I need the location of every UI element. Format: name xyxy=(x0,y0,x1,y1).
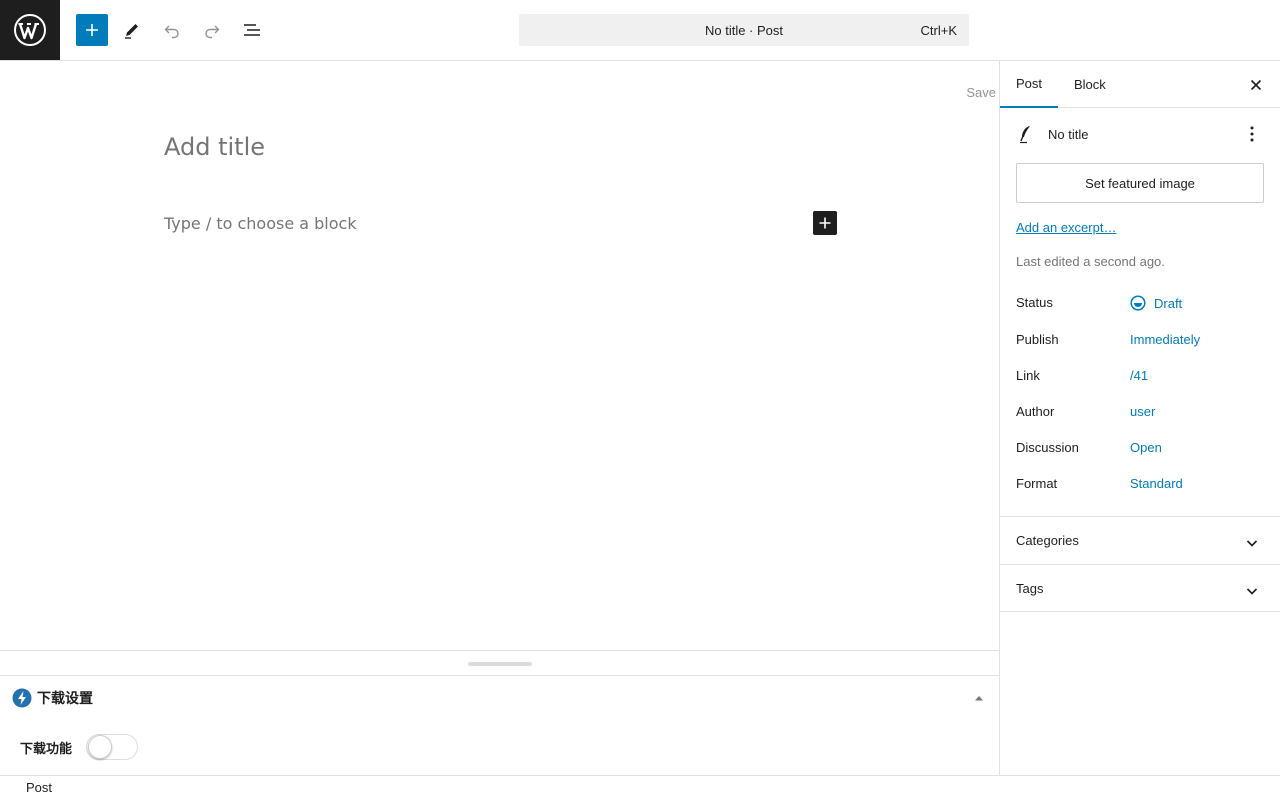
tab-block[interactable]: Block xyxy=(1058,61,1122,108)
redo-button[interactable] xyxy=(196,14,228,46)
resize-handle[interactable] xyxy=(468,662,532,666)
tags-panel-toggle[interactable]: Tags xyxy=(1000,564,1280,612)
close-icon xyxy=(1250,79,1262,91)
tab-label: Block xyxy=(1074,77,1106,92)
categories-panel-title: Categories xyxy=(1016,533,1079,548)
download-feature-field: 下载功能 xyxy=(20,734,139,760)
pencil-icon xyxy=(125,24,138,39)
list-view-icon xyxy=(244,24,260,36)
document-title: No title · Post xyxy=(704,22,784,38)
post-title-input[interactable]: Add title xyxy=(164,133,265,161)
status-label: Status xyxy=(1016,295,1053,310)
metabox-resize-bar xyxy=(0,650,999,676)
redo-icon xyxy=(205,25,220,39)
tab-label: Post xyxy=(1016,76,1043,91)
block-inserter-button[interactable] xyxy=(76,14,108,46)
metabox-collapse-button[interactable] xyxy=(973,692,985,704)
post-card: No title xyxy=(1016,124,1088,144)
editor-footer: Post xyxy=(0,775,1280,800)
status-value-button[interactable]: Draft xyxy=(1130,295,1182,311)
metabox-title: 下载设置 xyxy=(37,691,93,707)
inline-block-inserter-button[interactable] xyxy=(813,211,837,235)
command-palette-bar[interactable]: No title · Post Ctrl+K xyxy=(519,14,969,46)
author-label: Author xyxy=(1016,404,1055,419)
publish-row: Publish Immediately xyxy=(1016,330,1264,350)
discussion-label: Discussion xyxy=(1016,440,1079,455)
editor-canvas: Save Add title Type / to choose a block xyxy=(0,61,999,650)
set-featured-image-button[interactable]: Set featured image xyxy=(1016,163,1264,203)
wordpress-icon xyxy=(14,14,46,46)
tags-panel-title: Tags xyxy=(1016,581,1044,596)
close-sidebar-button[interactable] xyxy=(1246,75,1266,95)
document-overview-button[interactable] xyxy=(236,14,268,46)
discussion-value-button[interactable]: Open xyxy=(1130,440,1162,455)
toggle-knob xyxy=(88,735,113,759)
link-value-button[interactable]: /41 xyxy=(1130,368,1148,383)
publish-label: Publish xyxy=(1016,332,1059,347)
format-row: Format Standard xyxy=(1016,474,1264,494)
link-row: Link /41 xyxy=(1016,366,1264,386)
wordpress-logo-button[interactable] xyxy=(0,0,60,60)
editor-header: No title · Post Ctrl+K xyxy=(0,0,1280,61)
format-value-button[interactable]: Standard xyxy=(1130,476,1183,491)
author-row: Author user xyxy=(1016,402,1264,422)
format-label: Format xyxy=(1016,476,1058,491)
more-vertical-icon xyxy=(1250,126,1254,142)
add-excerpt-link[interactable]: Add an excerpt… xyxy=(1016,220,1116,235)
download-settings-metabox: 下载设置 下载功能 xyxy=(0,676,999,775)
categories-panel-toggle[interactable]: Categories xyxy=(1000,516,1280,564)
tools-button[interactable] xyxy=(116,14,148,46)
breadcrumb-post[interactable]: Post xyxy=(26,780,52,795)
save-draft-button[interactable]: Save xyxy=(966,85,996,100)
link-label: Link xyxy=(1016,368,1040,383)
undo-button[interactable] xyxy=(156,14,188,46)
last-edited-text: Last edited a second ago. xyxy=(1016,254,1165,269)
sidebar-tabs: Post Block xyxy=(1000,61,1280,108)
quill-icon xyxy=(1020,126,1030,144)
chevron-down-icon xyxy=(1246,588,1258,595)
download-feature-toggle[interactable] xyxy=(86,734,139,760)
keyboard-shortcut-hint: Ctrl+K xyxy=(920,23,957,38)
lightning-icon xyxy=(12,688,32,708)
author-value-button[interactable]: user xyxy=(1130,404,1155,419)
chevron-down-icon xyxy=(1246,540,1258,547)
metabox-header: 下载设置 xyxy=(12,688,93,708)
status-row: Status Draft xyxy=(1016,293,1264,313)
draft-status-icon xyxy=(1130,295,1146,311)
undo-icon xyxy=(164,25,179,39)
plus-icon xyxy=(86,24,98,36)
discussion-row: Discussion Open xyxy=(1016,438,1264,458)
tab-post[interactable]: Post xyxy=(1000,61,1059,108)
post-actions-button[interactable] xyxy=(1242,124,1262,144)
publish-value-button[interactable]: Immediately xyxy=(1130,332,1200,347)
download-feature-label: 下载功能 xyxy=(20,741,73,757)
block-placeholder[interactable]: Type / to choose a block xyxy=(164,214,357,233)
plus-icon xyxy=(819,217,831,229)
settings-sidebar: Post Block No title Set featured image A… xyxy=(999,61,1280,775)
status-value: Draft xyxy=(1154,295,1183,311)
triangle-up-icon xyxy=(975,696,983,701)
post-card-title: No title xyxy=(1048,126,1089,142)
